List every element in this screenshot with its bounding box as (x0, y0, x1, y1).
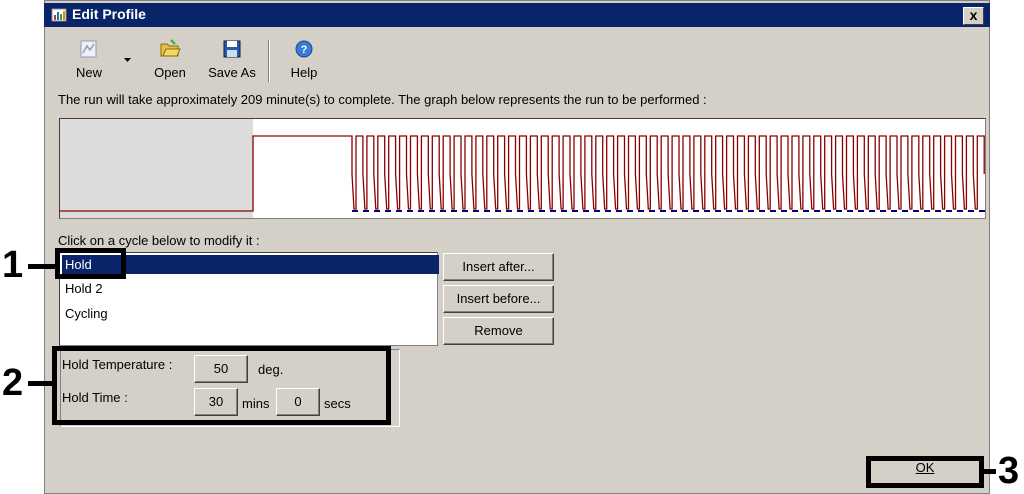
save-as-button[interactable]: Save As (202, 38, 262, 86)
new-label: New (75, 65, 102, 80)
annotation-connector-2 (28, 381, 53, 386)
help-button[interactable]: ? Help (284, 38, 324, 86)
new-button[interactable]: New (68, 38, 110, 86)
title-bar (44, 3, 990, 27)
open-label: Open (154, 65, 186, 80)
svg-text:?: ? (301, 44, 308, 56)
annotation-connector-3 (984, 469, 996, 474)
remove-button[interactable]: Remove (443, 317, 554, 345)
selected-hold-region (60, 119, 253, 218)
annotation-box-2 (52, 346, 391, 425)
save-as-label: Save As (208, 65, 256, 80)
insert-after-button[interactable]: Insert after... (443, 253, 554, 281)
annotation-number-2: 2 (2, 362, 24, 404)
close-button[interactable]: x (963, 7, 984, 25)
floppy-disk-icon (202, 38, 262, 60)
annotation-box-3 (866, 456, 984, 488)
cycle-instruction: Click on a cycle below to modify it : (58, 233, 260, 248)
cycle-item-cycling[interactable]: Cycling (62, 304, 439, 323)
run-profile-graph (59, 118, 986, 219)
open-button[interactable]: Open (148, 38, 192, 86)
help-label: Help (290, 65, 318, 80)
new-dropdown-icon[interactable] (124, 52, 132, 67)
help-icon: ? (284, 38, 324, 60)
window-title: Edit Profile (72, 6, 146, 22)
insert-before-button[interactable]: Insert before... (443, 285, 554, 313)
run-duration-message: The run will take approximately 209 minu… (58, 92, 707, 107)
annotation-box-1 (55, 248, 126, 279)
cycle-item-hold-2[interactable]: Hold 2 (62, 279, 439, 298)
annotation-number-3: 3 (998, 450, 1020, 492)
folder-open-icon (148, 38, 192, 60)
annotation-connector-1 (28, 264, 56, 269)
annotation-number-1: 1 (2, 244, 24, 286)
toolbar-separator (268, 40, 270, 82)
new-profile-icon (68, 38, 110, 60)
profile-icon (51, 7, 67, 23)
